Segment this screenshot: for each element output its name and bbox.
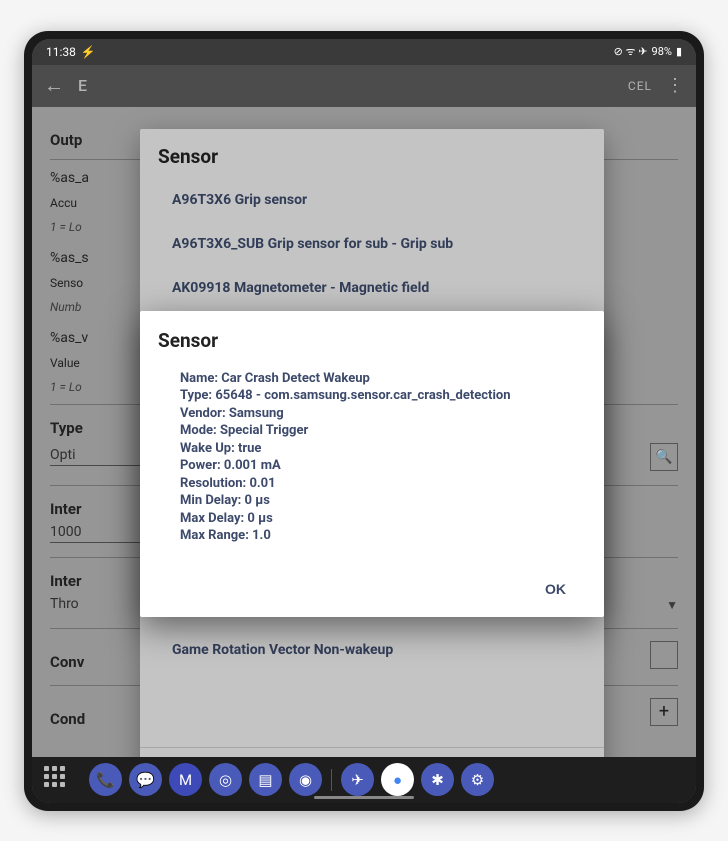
search-icon[interactable]: 🔍 [650, 443, 678, 471]
detail-mode: Mode: Special Trigger [180, 422, 586, 440]
sensor-detail-body: Name: Car Crash Detect Wakeup Type: 6564… [158, 370, 586, 545]
phone-icon[interactable]: 📞 [89, 763, 122, 796]
detail-wakeup: Wake Up: true [180, 440, 586, 458]
chrome-icon[interactable]: ◎ [209, 763, 242, 796]
sensor-item[interactable]: A96T3X6 Grip sensor [148, 178, 596, 222]
add-icon[interactable]: + [650, 698, 678, 726]
gmail-icon[interactable]: M [169, 763, 202, 796]
more-icon[interactable]: ⋮ [666, 75, 684, 96]
cancel-button[interactable]: CEL [628, 79, 652, 93]
detail-vendor: Vendor: Samsung [180, 405, 586, 423]
battery-icon: ▮ [676, 45, 682, 58]
detail-mindelay: Min Delay: 0 µs [180, 492, 586, 510]
sensor-detail-title: Sensor [158, 329, 586, 352]
sensor-item[interactable]: AK09918 Magnetometer - Magnetic field [148, 266, 596, 310]
detail-name: Name: Car Crash Detect Wakeup [180, 370, 586, 388]
status-time: 11:38 [46, 45, 76, 59]
app-title: E [78, 76, 87, 95]
notes-icon[interactable]: ▤ [249, 763, 282, 796]
detail-resolution: Resolution: 0.01 [180, 475, 586, 493]
settings-icon[interactable]: ⚙ [461, 763, 494, 796]
condition-label: Cond [50, 710, 85, 728]
chevron-down-icon[interactable]: ▼ [666, 598, 678, 612]
nav-divider [331, 769, 332, 791]
battery-text: 98% [652, 45, 672, 58]
app-drawer-icon[interactable] [44, 766, 72, 794]
app-bar: ← E CEL ⋮ [32, 65, 696, 107]
assistant-icon[interactable]: ● [381, 763, 414, 796]
detail-power: Power: 0.001 mA [180, 457, 586, 475]
back-icon[interactable]: ← [44, 73, 64, 98]
device-frame: 11:38 ⚡ ⊘ ᯤ ✈ 98% ▮ ← E CEL ⋮ [24, 31, 704, 811]
gallery-icon[interactable]: ✱ [421, 763, 454, 796]
detail-maxdelay: Max Delay: 0 µs [180, 510, 586, 528]
gesture-pill[interactable] [314, 796, 414, 799]
sensor-detail-dialog: Sensor Name: Car Crash Detect Wakeup Typ… [140, 311, 604, 617]
telegram-icon[interactable]: ✈ [341, 763, 374, 796]
detail-type: Type: 65648 - com.samsung.sensor.car_cra… [180, 387, 586, 405]
camera-icon[interactable]: ◉ [289, 763, 322, 796]
sensor-list-title: Sensor [140, 129, 604, 178]
status-icons: ⊘ ᯤ ✈ [614, 44, 648, 59]
charging-icon: ⚡ [81, 45, 96, 59]
convert-label: Conv [50, 653, 84, 671]
detail-maxrange: Max Range: 1.0 [180, 527, 586, 545]
screen: 11:38 ⚡ ⊘ ᯤ ✈ 98% ▮ ← E CEL ⋮ [32, 39, 696, 803]
sensor-item[interactable]: Game Rotation Vector Non-wakeup [148, 628, 596, 672]
chat-icon[interactable]: 💬 [129, 763, 162, 796]
checkbox[interactable] [650, 641, 678, 669]
status-bar: 11:38 ⚡ ⊘ ᯤ ✈ 98% ▮ [32, 39, 696, 65]
ok-button[interactable]: OK [535, 575, 576, 603]
sensor-item[interactable]: A96T3X6_SUB Grip sensor for sub - Grip s… [148, 222, 596, 266]
